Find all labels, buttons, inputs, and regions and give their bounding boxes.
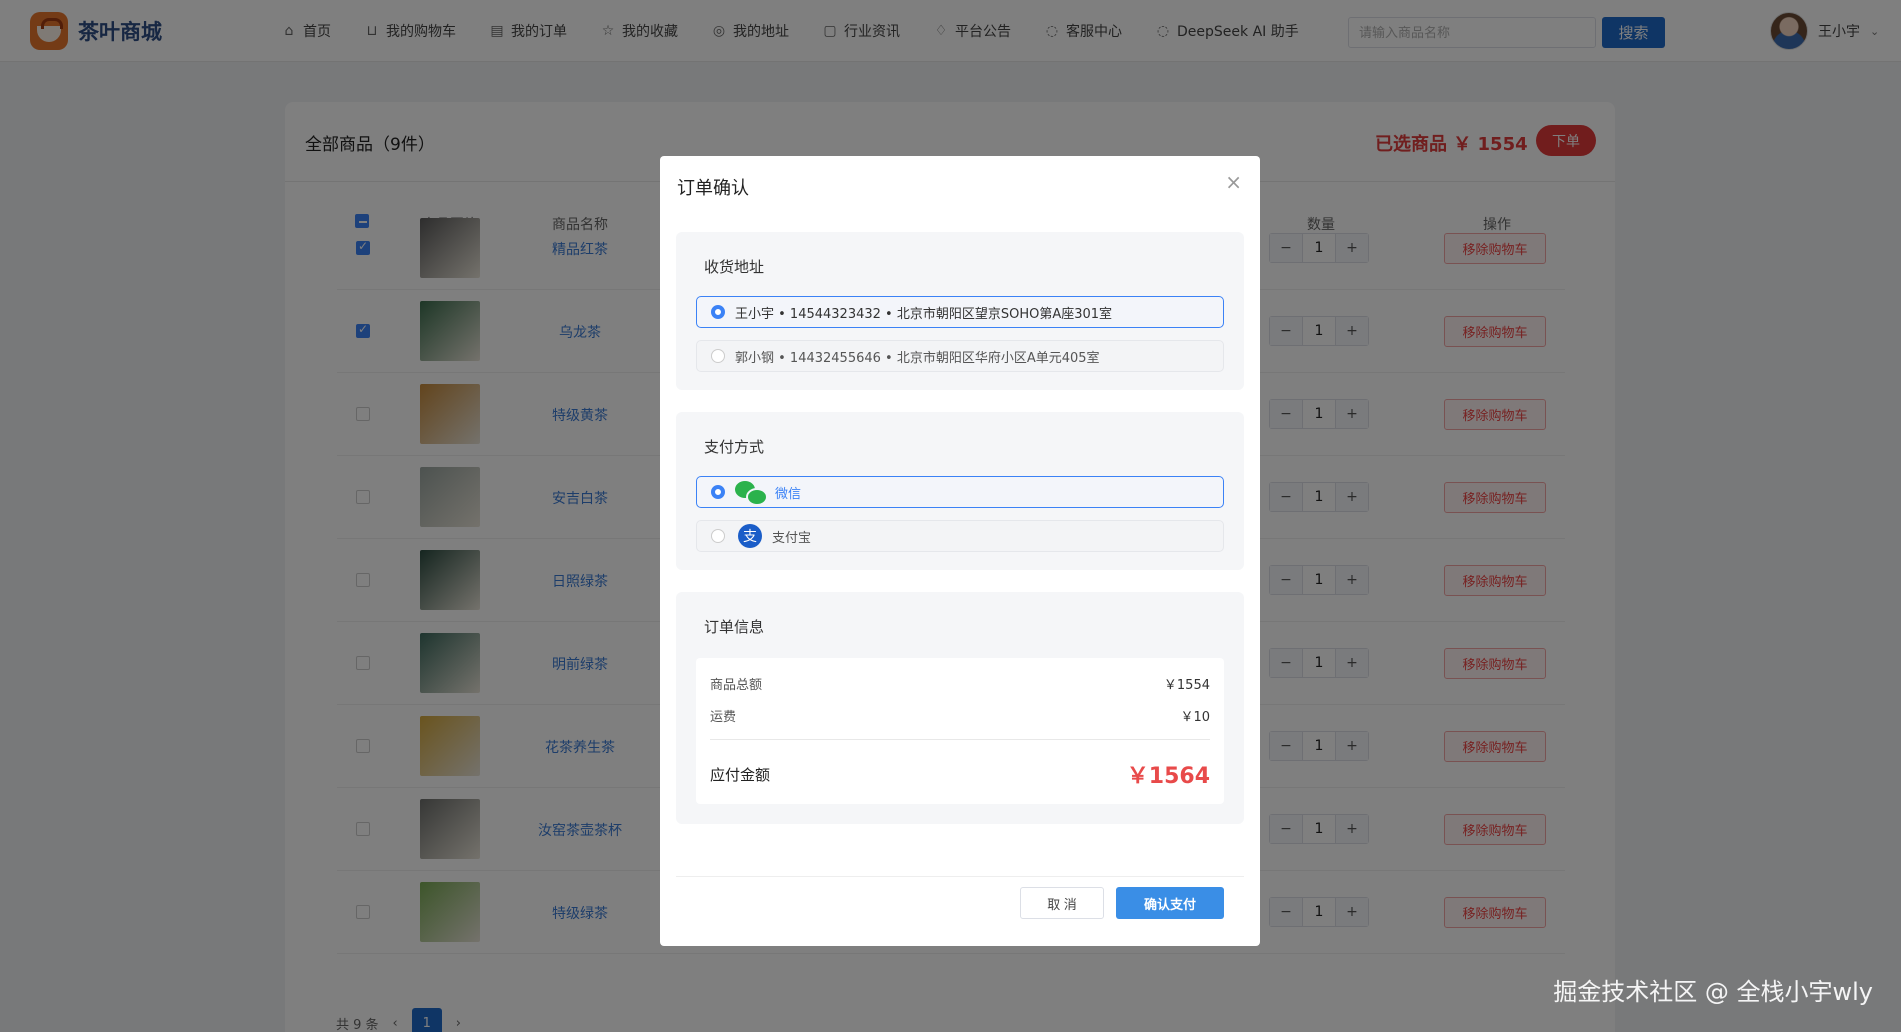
payable-label: 应付金额 [710, 765, 771, 784]
address-text: 王小宇 • 14544323432 • 北京市朝阳区望京SOHO第A座301室 [735, 306, 1113, 322]
order-info-section: 订单信息 商品总额 ￥1554 运费 ￥10 应付金额 ￥1564 [676, 592, 1244, 824]
alipay-icon: 支 [738, 524, 762, 548]
confirm-payment-button[interactable]: 确认支付 [1116, 887, 1224, 919]
watermark: 掘金技术社区 @ 全栈小宇wly [1553, 978, 1873, 1006]
cancel-button[interactable]: 取 消 [1020, 887, 1104, 919]
radio-selected-icon[interactable] [711, 485, 725, 499]
close-icon[interactable]: × [1225, 170, 1242, 194]
wechat-icon [735, 481, 768, 506]
payable-row: 应付金额 ￥1564 [710, 758, 1210, 790]
order-confirm-dialog: 订单确认 × 收货地址 王小宇 • 14544323432 • 北京市朝阳区望京… [660, 156, 1260, 946]
order-info-title: 订单信息 [704, 618, 765, 636]
payment-label: 微信 [775, 486, 802, 502]
payment-section-title: 支付方式 [704, 438, 765, 456]
radio-icon[interactable] [711, 529, 725, 543]
goods-total-label: 商品总额 [710, 678, 763, 693]
radio-icon[interactable] [711, 349, 725, 363]
dialog-title: 订单确认 [677, 178, 749, 199]
address-section-title: 收货地址 [704, 258, 765, 276]
payment-option-alipay[interactable]: 支 支付宝 [696, 520, 1224, 552]
goods-total-value: ￥1554 [1163, 678, 1210, 693]
divider [710, 739, 1210, 740]
address-section: 收货地址 王小宇 • 14544323432 • 北京市朝阳区望京SOHO第A座… [676, 232, 1244, 390]
shipping-value: ￥10 [1180, 710, 1210, 725]
goods-total-row: 商品总额 ￥1554 [710, 674, 1210, 693]
shipping-label: 运费 [710, 710, 737, 725]
radio-selected-icon[interactable] [711, 305, 725, 319]
payment-label: 支付宝 [772, 530, 812, 546]
payment-option-wechat[interactable]: 微信 [696, 476, 1224, 508]
address-text: 郭小钢 • 14432455646 • 北京市朝阳区华府小区A单元405室 [735, 350, 1100, 366]
order-summary: 商品总额 ￥1554 运费 ￥10 应付金额 ￥1564 [696, 658, 1224, 804]
divider [676, 876, 1244, 877]
address-option-1[interactable]: 王小宇 • 14544323432 • 北京市朝阳区望京SOHO第A座301室 [696, 296, 1224, 328]
shipping-row: 运费 ￥10 [710, 706, 1210, 725]
payable-amount: ￥1564 [1126, 764, 1210, 789]
payment-section: 支付方式 微信 支 支付宝 [676, 412, 1244, 570]
address-option-2[interactable]: 郭小钢 • 14432455646 • 北京市朝阳区华府小区A单元405室 [696, 340, 1224, 372]
